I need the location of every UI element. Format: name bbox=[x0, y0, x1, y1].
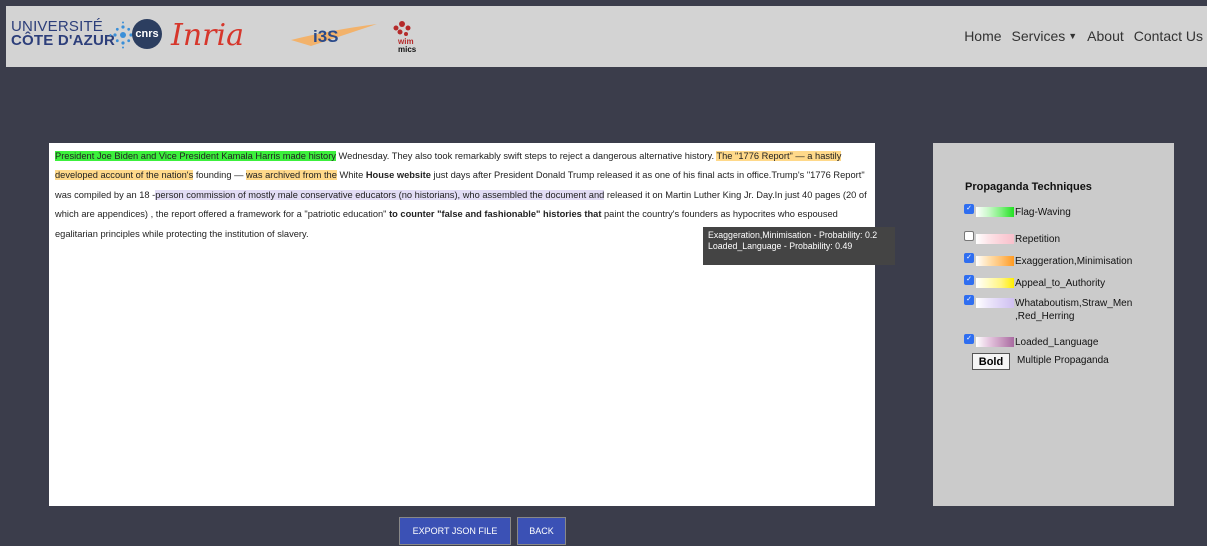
propaganda-tooltip: Exaggeration,Minimisation - Probability:… bbox=[703, 227, 895, 265]
inria-logo: Inria bbox=[171, 18, 244, 53]
technique-color-swatch bbox=[976, 337, 1014, 347]
technique-color-swatch bbox=[976, 234, 1014, 244]
nav-services-label: Services bbox=[1011, 28, 1066, 44]
text-segment: Wednesday. They also took remarkably swi… bbox=[335, 151, 717, 161]
nav-home-link[interactable]: Home bbox=[964, 28, 1001, 48]
text-segment: founding — bbox=[193, 170, 246, 181]
export-json-button[interactable]: EXPORT JSON FILE bbox=[399, 517, 511, 545]
technique-label: Exaggeration,Minimisation bbox=[1015, 256, 1133, 267]
svg-text:i3S: i3S bbox=[313, 27, 339, 46]
nav-about-link[interactable]: About bbox=[1087, 28, 1124, 48]
technique-checkbox[interactable]: ✓ bbox=[964, 334, 974, 344]
text-segment: White bbox=[336, 170, 366, 181]
technique-color-swatch bbox=[976, 207, 1014, 217]
legend-title: Propaganda Techniques bbox=[965, 181, 1092, 193]
technique-checkbox[interactable]: ✓ bbox=[964, 253, 974, 263]
exaggeration-highlight[interactable]: was archived from the bbox=[245, 170, 337, 181]
technique-label: Loaded_Language bbox=[1015, 337, 1099, 348]
technique-checkbox[interactable]: ✓ bbox=[964, 275, 974, 285]
nav-contact-link[interactable]: Contact Us bbox=[1134, 28, 1203, 48]
main-nav: Home Services ▼ About Contact Us bbox=[954, 28, 1203, 48]
svg-text:mics: mics bbox=[398, 45, 417, 54]
tooltip-line-2: Loaded_Language - Probability: 0.49 bbox=[708, 241, 853, 251]
propaganda-legend-panel: Propaganda Techniques ✓ Flag-Waving Repeti… bbox=[933, 143, 1174, 506]
technique-label: Whataboutism,Straw_Men ,Red_Herring bbox=[1015, 298, 1133, 322]
technique-checkbox[interactable] bbox=[964, 231, 974, 241]
back-button[interactable]: BACK bbox=[517, 517, 566, 545]
i3s-logo: i3S bbox=[291, 24, 377, 46]
multiple-propaganda-span[interactable]: House website bbox=[366, 170, 431, 180]
caret-down-icon: ▼ bbox=[1068, 31, 1078, 41]
wimmics-logo: wim mics bbox=[393, 21, 417, 54]
technique-color-swatch bbox=[976, 298, 1014, 308]
technique-label: Repetition bbox=[1015, 234, 1061, 245]
multiple-propaganda-span[interactable]: to counter "false and fashionable" histo… bbox=[389, 209, 601, 219]
bold-sample: Bold bbox=[972, 353, 1010, 370]
nav-services-dropdown[interactable]: Services ▼ bbox=[1012, 28, 1078, 48]
cnrs-logo: cnrs bbox=[132, 19, 162, 49]
technique-color-swatch bbox=[976, 256, 1014, 266]
flag-waving-highlight[interactable]: President Joe Biden and Vice President K… bbox=[55, 151, 336, 161]
top-navbar: UNIVERSITÉ CÔTE D'AZUR cnrs Inria i3S wi… bbox=[6, 6, 1207, 67]
bold-description: Multiple Propaganda bbox=[1017, 355, 1109, 366]
loaded-language-highlight[interactable]: person commission of mostly male conserv… bbox=[155, 189, 605, 200]
technique-color-swatch bbox=[976, 278, 1014, 288]
universite-cote-dazur-logo: UNIVERSITÉ CÔTE D'AZUR bbox=[11, 19, 137, 52]
annotated-document-panel: President Joe Biden and Vice President K… bbox=[49, 143, 875, 506]
tooltip-line-1: Exaggeration,Minimisation - Probability:… bbox=[708, 230, 878, 240]
technique-checkbox[interactable]: ✓ bbox=[964, 295, 974, 305]
technique-label: Flag-Waving bbox=[1015, 207, 1071, 218]
technique-checkbox[interactable]: ✓ bbox=[964, 204, 974, 214]
technique-label: Appeal_to_Authority bbox=[1015, 278, 1106, 289]
